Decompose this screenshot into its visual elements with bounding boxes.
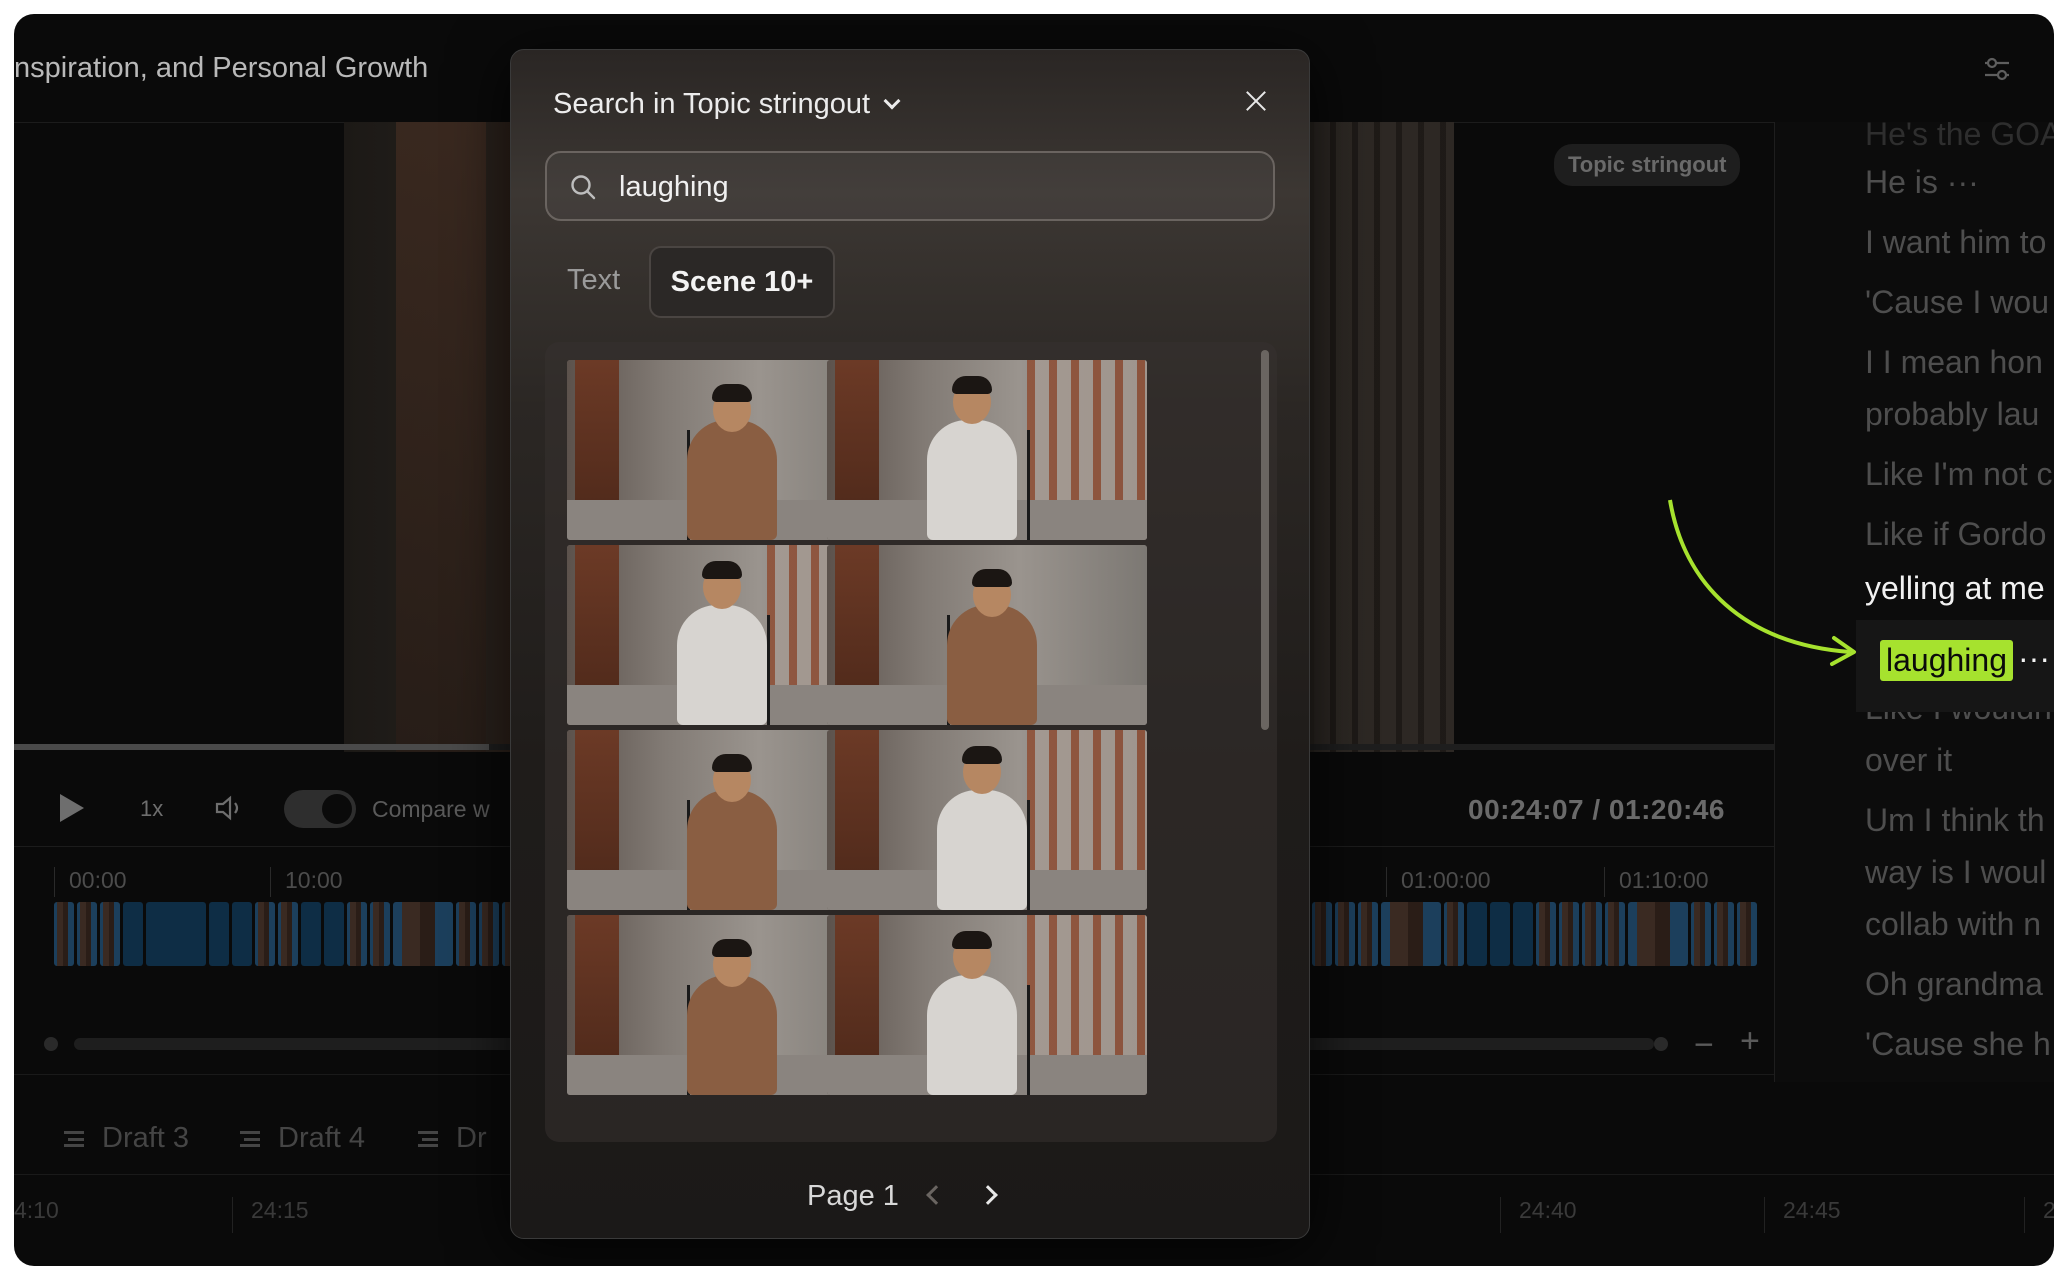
transcript-line[interactable]: over it bbox=[1865, 742, 1952, 779]
sliders-icon[interactable] bbox=[1982, 54, 2012, 84]
tick-label: 24:45 bbox=[1764, 1197, 1841, 1233]
chevron-right-icon[interactable] bbox=[978, 1185, 998, 1205]
timeline-clip[interactable] bbox=[1628, 902, 1688, 966]
timeline-clip[interactable] bbox=[1312, 902, 1332, 966]
project-title: nspiration, and Personal Growth bbox=[14, 52, 429, 84]
transcript-line[interactable]: He's the GOA bbox=[1865, 122, 2054, 153]
annotation-arrow bbox=[1668, 499, 1856, 666]
timeline-clip[interactable] bbox=[393, 902, 453, 966]
tab-text[interactable]: Text bbox=[567, 264, 620, 297]
timeline-clip[interactable] bbox=[1490, 902, 1510, 966]
search-icon bbox=[571, 175, 596, 200]
timeline-clip[interactable] bbox=[1714, 902, 1734, 966]
timeline-clip[interactable] bbox=[77, 902, 97, 966]
tick-label: 24:15 bbox=[232, 1197, 309, 1233]
transcript-line[interactable]: way is I woul bbox=[1865, 854, 2046, 891]
close-icon[interactable] bbox=[1243, 88, 1269, 114]
speed-button[interactable]: 1x bbox=[140, 796, 163, 822]
timeline-clip[interactable] bbox=[324, 902, 344, 966]
highlighted-word[interactable]: laughing bbox=[1880, 640, 2013, 681]
play-icon[interactable] bbox=[60, 794, 84, 822]
timeline-clip[interactable] bbox=[479, 902, 499, 966]
search-field[interactable] bbox=[545, 151, 1275, 221]
timeline-clip[interactable] bbox=[1467, 902, 1487, 966]
transcript-line[interactable]: Oh grandma bbox=[1865, 966, 2043, 1003]
timeline-clip[interactable] bbox=[347, 902, 367, 966]
more-ellipsis: ··· bbox=[2018, 640, 2050, 676]
draft-tab[interactable]: Draft 3 bbox=[64, 1122, 189, 1155]
transcript-line[interactable]: 'Cause I wou bbox=[1865, 284, 2049, 321]
timeline-clip[interactable] bbox=[370, 902, 390, 966]
app-window: nspiration, and Personal Growth Topic st… bbox=[14, 14, 2054, 1266]
transcript-line[interactable]: I want him to bbox=[1865, 224, 2046, 261]
modal-title[interactable]: Search in Topic stringout bbox=[553, 88, 901, 121]
timeline-clip[interactable] bbox=[146, 902, 206, 966]
list-icon bbox=[418, 1131, 438, 1148]
transcript-line[interactable]: Like I'm not c bbox=[1865, 456, 2053, 493]
tick-label: 00:00 bbox=[54, 867, 127, 897]
page-label: Page 1 bbox=[807, 1180, 899, 1212]
draft-tab[interactable]: Draft 4 bbox=[240, 1122, 365, 1155]
results-grid[interactable]: 00:26:1500:25:3800:24:4000:24:0200:41:21… bbox=[545, 342, 1277, 1142]
timeline-clip[interactable] bbox=[1536, 902, 1556, 966]
tick-label: 24:40 bbox=[1500, 1197, 1577, 1233]
zoom-out-button[interactable]: − bbox=[1694, 1026, 1714, 1065]
compare-toggle[interactable] bbox=[284, 790, 356, 828]
result-thumbnail[interactable] bbox=[827, 730, 1147, 910]
timeline-clip[interactable] bbox=[1605, 902, 1625, 966]
timeline-clip[interactable] bbox=[301, 902, 321, 966]
list-icon bbox=[240, 1131, 260, 1148]
timeline-clip[interactable] bbox=[1737, 902, 1757, 966]
compare-label: Compare w bbox=[372, 796, 490, 822]
volume-icon[interactable] bbox=[214, 794, 244, 822]
timeline-clip[interactable] bbox=[1381, 902, 1441, 966]
timeline-clip[interactable] bbox=[1513, 902, 1533, 966]
tab-scene[interactable]: Scene 10+ bbox=[649, 246, 835, 318]
tick-label: 10:00 bbox=[270, 867, 343, 897]
transcript-line[interactable]: He is ··· bbox=[1865, 164, 1979, 201]
timeline-clip[interactable] bbox=[456, 902, 476, 966]
tick-label: 01:10:00 bbox=[1604, 867, 1709, 897]
tick-label: 24: bbox=[2024, 1197, 2054, 1233]
timeline-clip[interactable] bbox=[255, 902, 275, 966]
timeline-clip[interactable] bbox=[278, 902, 298, 966]
transcript-line[interactable]: Um I think th bbox=[1865, 802, 2045, 839]
result-thumbnail[interactable] bbox=[827, 360, 1147, 540]
result-thumbnail[interactable] bbox=[827, 545, 1147, 725]
result-card[interactable] bbox=[827, 915, 1147, 1095]
timeline-clip[interactable] bbox=[1559, 902, 1579, 966]
timeline-clip[interactable] bbox=[123, 902, 143, 966]
transcript-line[interactable]: I I mean hon bbox=[1865, 344, 2043, 381]
result-thumbnail[interactable] bbox=[827, 915, 1147, 1095]
results-scrollbar[interactable] bbox=[1261, 350, 1269, 730]
topic-badge: Topic stringout bbox=[1554, 144, 1741, 186]
timeline-clip[interactable] bbox=[209, 902, 229, 966]
timeline-clip[interactable] bbox=[54, 902, 74, 966]
timeline-clip[interactable] bbox=[100, 902, 120, 966]
search-input[interactable] bbox=[619, 167, 1239, 207]
tick-label: 4:10 bbox=[14, 1197, 59, 1223]
timeline-clip[interactable] bbox=[1582, 902, 1602, 966]
timeline-clip[interactable] bbox=[232, 902, 252, 966]
chevron-down-icon bbox=[883, 92, 901, 110]
timeline-clip[interactable] bbox=[1444, 902, 1464, 966]
timeline-clip[interactable] bbox=[1335, 902, 1355, 966]
timeline-clip[interactable] bbox=[1691, 902, 1711, 966]
zoom-in-button[interactable]: + bbox=[1740, 1022, 1760, 1061]
transcript-line[interactable]: 'Cause she h bbox=[1865, 1026, 2051, 1063]
transcript-line[interactable]: Like if Gordo bbox=[1865, 516, 2046, 553]
progress-fill bbox=[14, 744, 490, 750]
search-modal: Search in Topic stringout Text Scene 10+… bbox=[510, 49, 1310, 1239]
transcript-line[interactable]: collab with n bbox=[1865, 906, 2041, 943]
transcript-line[interactable]: probably lau bbox=[1865, 396, 2039, 433]
list-icon bbox=[64, 1131, 84, 1148]
transcript-line[interactable]: yelling at me bbox=[1865, 570, 2045, 607]
time-readout: 00:24:07 / 01:20:46 bbox=[1468, 794, 1726, 825]
tick-label: 01:00:00 bbox=[1386, 867, 1491, 897]
timeline-clip[interactable] bbox=[1358, 902, 1378, 966]
chevron-left-icon[interactable] bbox=[926, 1185, 946, 1205]
draft-tab[interactable]: Dr bbox=[418, 1122, 487, 1155]
